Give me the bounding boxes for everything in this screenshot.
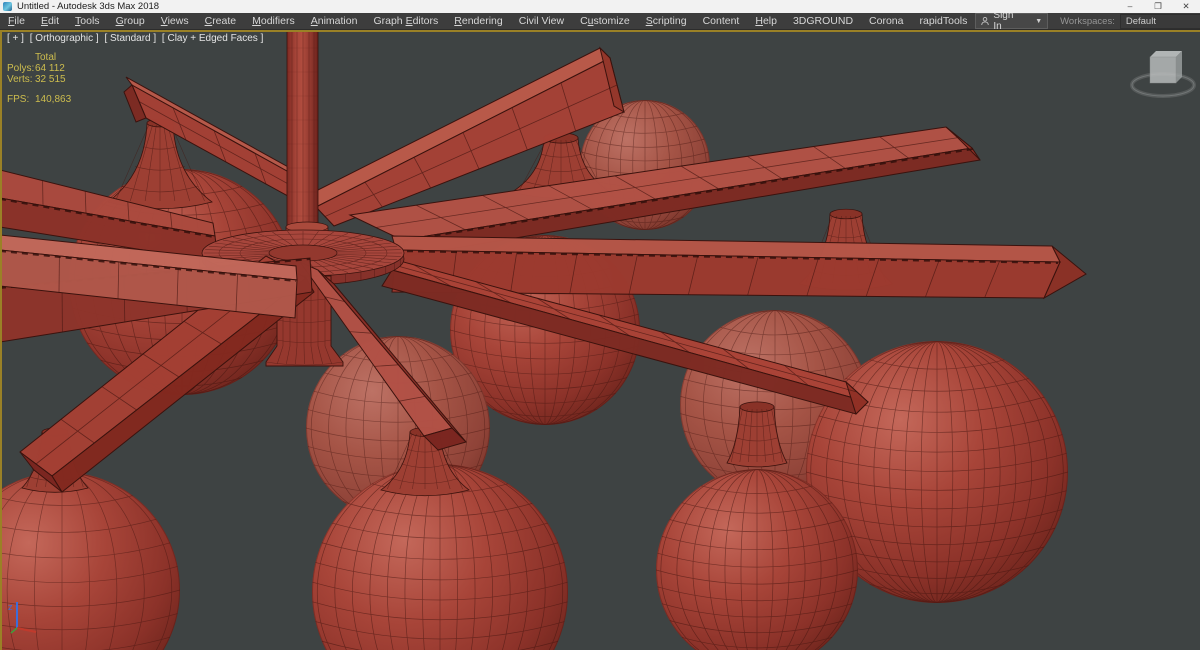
menu-item-3dground[interactable]: 3DGROUND bbox=[785, 15, 861, 27]
stats-total-header: Total bbox=[35, 52, 57, 63]
stats-polys-value: 64 112 bbox=[35, 63, 65, 74]
stats-verts-label: Verts: bbox=[7, 74, 33, 85]
menu-item-create[interactable]: Create bbox=[197, 15, 245, 27]
menu-item-file[interactable]: File bbox=[0, 15, 33, 27]
menu-item-animation[interactable]: Animation bbox=[303, 15, 366, 27]
app-icon bbox=[3, 2, 12, 11]
workspaces-value: Default bbox=[1125, 15, 1156, 27]
workspaces-label: Workspaces: bbox=[1060, 15, 1115, 27]
svg-text:z: z bbox=[8, 602, 13, 612]
statistics-readout: Total Polys: 64 112 Verts: 32 515 FPS: 140,… bbox=[7, 52, 71, 105]
menu-item-corona[interactable]: Corona bbox=[861, 15, 911, 27]
viewcube[interactable] bbox=[1126, 45, 1200, 103]
title-bar: Untitled - Autodesk 3ds Max 2018 – ❐ ✕ bbox=[0, 0, 1200, 13]
menu-item-modifiers[interactable]: Modifiers bbox=[244, 15, 303, 27]
viewport-menu-camera[interactable]: [ Orthographic ] bbox=[30, 33, 99, 44]
user-icon bbox=[981, 16, 990, 26]
viewport-menu-plus[interactable]: [ + ] bbox=[7, 33, 24, 44]
sign-in-caret-icon[interactable]: ▼ bbox=[1035, 18, 1042, 25]
menu-item-customize[interactable]: Customize bbox=[572, 15, 638, 27]
menu-item-tools[interactable]: Tools bbox=[67, 15, 108, 27]
sign-in-label: Sign In bbox=[993, 10, 1014, 32]
menu-item-content[interactable]: Content bbox=[695, 15, 748, 27]
close-button[interactable]: ✕ bbox=[1172, 0, 1200, 13]
menu-item-edit[interactable]: Edit bbox=[33, 15, 67, 27]
menu-bar: File Edit Tools Group Views Create Modifiers An… bbox=[0, 10, 1200, 32]
minimize-button[interactable]: – bbox=[1116, 0, 1144, 13]
menu-item-views[interactable]: Views bbox=[153, 15, 197, 27]
maximize-button[interactable]: ❐ bbox=[1144, 0, 1172, 13]
sign-in-button[interactable]: Sign In ▼ bbox=[975, 10, 1049, 32]
window-title: Untitled - Autodesk 3ds Max 2018 bbox=[17, 1, 160, 12]
menu-item-rapidtools[interactable]: rapidTools bbox=[912, 15, 976, 27]
viewport-label: [ + ] [ Orthographic ] [ Standard ] [ Cl… bbox=[7, 33, 266, 44]
active-viewport-border-left bbox=[0, 30, 2, 650]
menu-item-scripting[interactable]: Scripting bbox=[638, 15, 695, 27]
viewport: z [ + ] [ Orthographic ] [ Standard ] [ … bbox=[0, 30, 1200, 650]
viewport-canvas[interactable]: z bbox=[0, 30, 1200, 650]
menu-item-help[interactable]: Help bbox=[747, 15, 785, 27]
menu-item-group[interactable]: Group bbox=[108, 15, 153, 27]
stats-fps-label: FPS: bbox=[7, 94, 30, 105]
stats-verts-value: 32 515 bbox=[35, 74, 66, 85]
menu-item-civil-view[interactable]: Civil View bbox=[511, 15, 572, 27]
menu-item-graph-editors[interactable]: Graph Editors bbox=[365, 15, 446, 27]
stats-polys-label: Polys: bbox=[7, 63, 35, 74]
menu-item-rendering[interactable]: Rendering bbox=[446, 15, 510, 27]
viewport-menu-shading[interactable]: [ Clay + Edged Faces ] bbox=[162, 33, 263, 44]
viewport-menu-layout[interactable]: [ Standard ] bbox=[104, 33, 156, 44]
workspaces-dropdown[interactable]: Default ▼ bbox=[1119, 13, 1200, 29]
stats-fps-value: 140,863 bbox=[35, 94, 72, 105]
